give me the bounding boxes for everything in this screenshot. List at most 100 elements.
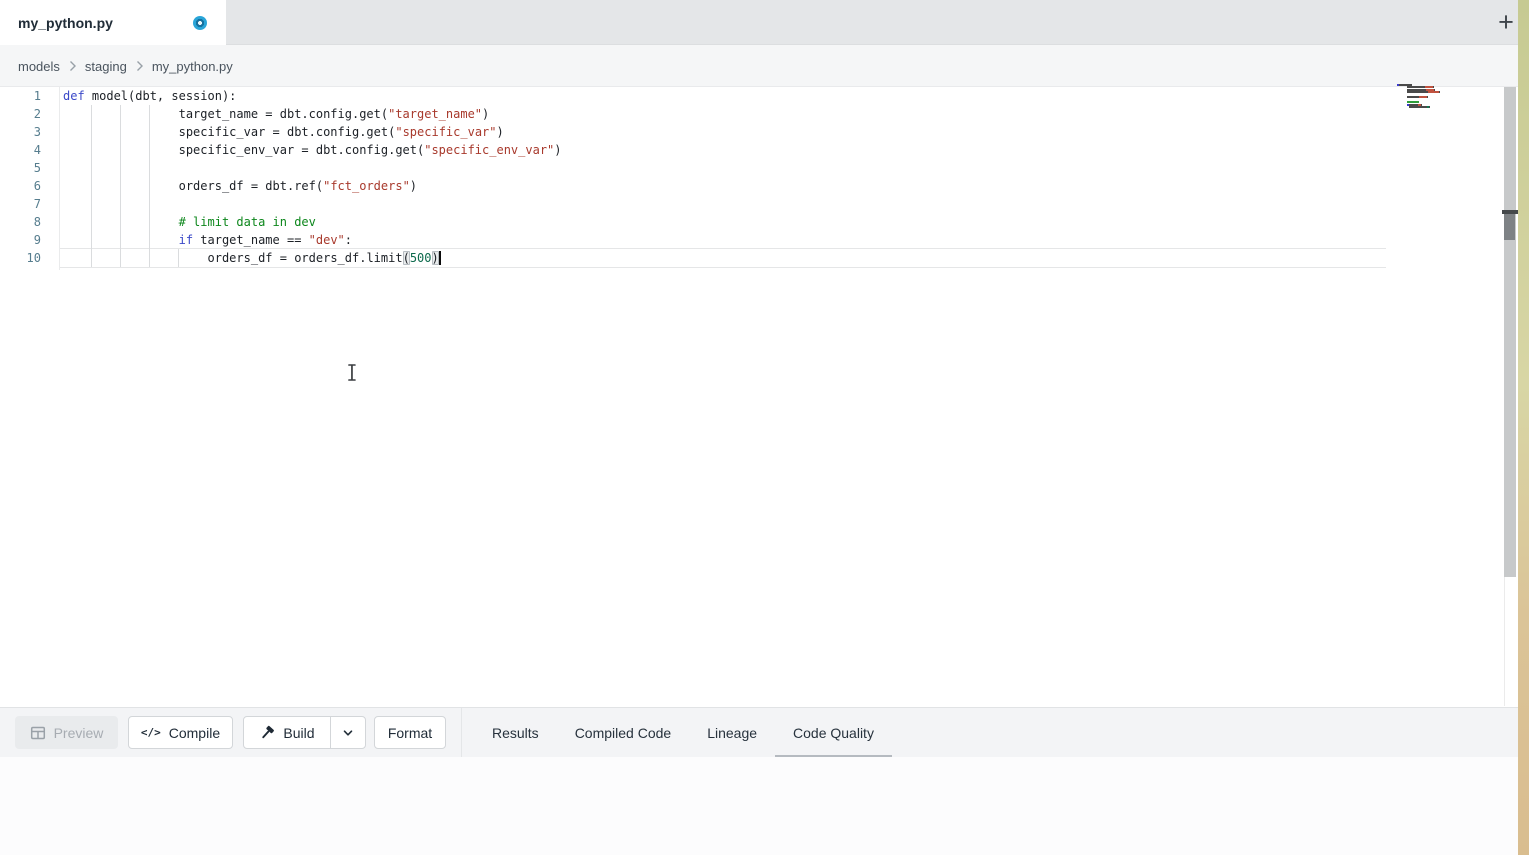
line-number: 9 [0, 231, 41, 249]
code-token: target_name = dbt.config.get( [179, 107, 389, 121]
breadcrumb-item-models[interactable]: models [18, 59, 60, 74]
panel-tab-compiled-code[interactable]: Compiled Code [557, 708, 690, 758]
minimap-line [1397, 91, 1457, 93]
line-number: 1 [0, 87, 41, 105]
breadcrumb-bar: modelsstagingmy_python.py Save [0, 45, 1518, 87]
code-content[interactable]: def model(dbt, session): target_name = d… [63, 87, 562, 267]
code-token: ( [403, 251, 410, 265]
indent-guide [120, 105, 121, 123]
code-line[interactable]: # limit data in dev [63, 213, 562, 231]
format-button-label: Format [388, 725, 432, 741]
indent-guide [149, 231, 150, 249]
editor-scrollbar-thumb[interactable] [1504, 214, 1515, 240]
breadcrumb-item-staging[interactable]: staging [85, 59, 127, 74]
code-token: orders_df = dbt.ref( [179, 179, 324, 193]
indent-guide [120, 123, 121, 141]
code-line[interactable]: orders_df = orders_df.limit(500) [63, 249, 562, 267]
code-token: "specific_env_var" [424, 143, 554, 157]
code-token: # limit data in dev [179, 215, 316, 229]
code-token: ) [410, 179, 417, 193]
code-token: ) [554, 143, 561, 157]
code-brackets-icon: </> [141, 726, 161, 739]
new-tab-button[interactable]: + [1491, 6, 1521, 38]
line-number: 4 [0, 141, 41, 159]
table-grid-icon [30, 725, 46, 741]
file-tab-title: my_python.py [18, 15, 113, 31]
code-line[interactable]: def model(dbt, session): [63, 87, 562, 105]
desktop-wallpaper-edge [1518, 0, 1529, 855]
panel-tab-results[interactable]: Results [474, 708, 557, 758]
code-token: target_name == [200, 233, 308, 247]
indent-guide [120, 231, 121, 249]
chevron-down-icon [341, 726, 355, 740]
line-number: 8 [0, 213, 41, 231]
build-button[interactable]: Build [244, 717, 330, 748]
code-token: 500 [410, 251, 432, 265]
line-number: 2 [0, 105, 41, 123]
indent-guide [149, 123, 150, 141]
line-number: 5 [0, 159, 41, 177]
build-button-label: Build [283, 725, 314, 741]
code-line[interactable]: orders_df = dbt.ref("fct_orders") [63, 177, 562, 195]
indent-guide [91, 213, 92, 231]
gutter-border [59, 87, 60, 270]
code-token: ) [482, 107, 489, 121]
code-line[interactable] [63, 159, 562, 177]
editor-right-border [1504, 577, 1505, 706]
indent-guide [149, 177, 150, 195]
panel-tab-code-quality[interactable]: Code Quality [775, 708, 892, 758]
editor-scrollbar-track[interactable] [1504, 87, 1516, 577]
line-number: 7 [0, 195, 41, 213]
panel-tab-bar: ResultsCompiled CodeLineageCode Quality [474, 708, 892, 758]
code-token: ) [432, 251, 439, 265]
code-token: : [345, 233, 352, 247]
code-token: "fct_orders" [323, 179, 410, 193]
code-token: specific_env_var = dbt.config.get( [179, 143, 425, 157]
indent-guide [149, 213, 150, 231]
indent-guide [120, 177, 121, 195]
compile-button-label: Compile [169, 725, 220, 741]
indent-guide [91, 141, 92, 159]
indent-guide [120, 249, 121, 267]
breadcrumb-item-my_python.py[interactable]: my_python.py [152, 59, 233, 74]
line-number: 10 [0, 249, 41, 267]
indent-guide [91, 123, 92, 141]
line-number: 3 [0, 123, 41, 141]
compile-button[interactable]: </> Compile [128, 716, 233, 749]
minimap-line [1397, 104, 1457, 106]
build-dropdown-button[interactable] [330, 717, 365, 748]
minimap-line [1397, 94, 1457, 96]
code-token: "dev" [309, 233, 345, 247]
minimap-line [1397, 99, 1457, 101]
preview-button[interactable]: Preview [15, 716, 118, 749]
plus-icon: + [1498, 7, 1514, 38]
file-tab-strip: my_python.py + [0, 0, 1518, 45]
indent-guide [91, 159, 92, 177]
code-line[interactable] [63, 195, 562, 213]
indent-guide [120, 195, 121, 213]
indent-guide [91, 249, 92, 267]
indent-guide [178, 249, 179, 267]
minimap-line [1397, 101, 1457, 103]
minimap[interactable] [1397, 84, 1457, 109]
code-token: "target_name" [388, 107, 482, 121]
panel-tab-lineage[interactable]: Lineage [689, 708, 775, 758]
code-token: def [63, 89, 92, 103]
breadcrumb: models staging my_python.py [18, 45, 233, 87]
code-line[interactable]: if target_name == "dev": [63, 231, 562, 249]
file-tab-my-python[interactable]: my_python.py [0, 0, 226, 45]
code-line[interactable]: specific_env_var = dbt.config.get("speci… [63, 141, 562, 159]
format-button[interactable]: Format [374, 716, 446, 749]
build-split-button: Build [243, 716, 366, 749]
code-token: orders_df = orders_df.limit [208, 251, 403, 265]
hammer-icon [259, 725, 275, 741]
code-line[interactable]: specific_var = dbt.config.get("specific_… [63, 123, 562, 141]
code-line[interactable]: target_name = dbt.config.get("target_nam… [63, 105, 562, 123]
minimap-line [1397, 86, 1457, 88]
code-token: specific_var = dbt.config.get( [179, 125, 396, 139]
chevron-right-icon [135, 60, 144, 72]
code-editor[interactable]: 12345678910 def model(dbt, session): tar… [0, 87, 1518, 706]
indent-guide [149, 141, 150, 159]
indent-guide [120, 213, 121, 231]
indent-guide [149, 249, 150, 267]
